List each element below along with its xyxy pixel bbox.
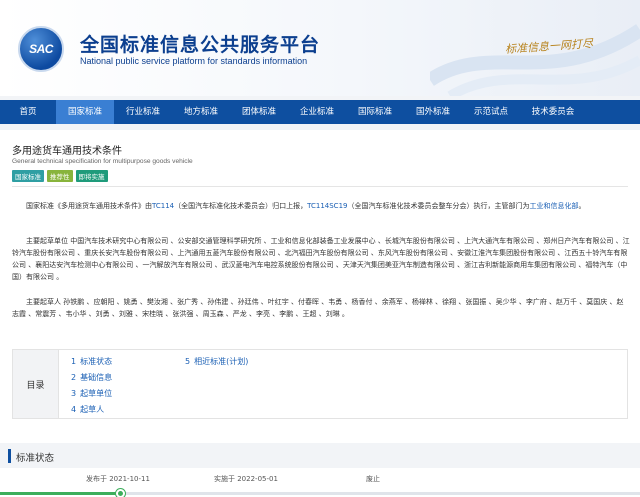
- logo-text: SAC: [29, 42, 53, 56]
- toc-label-text: 标准状态: [80, 357, 113, 366]
- standard-detail-card: 多用途货车通用技术条件 General technical specificat…: [0, 130, 640, 443]
- tc114-link[interactable]: TC114: [152, 202, 174, 210]
- table-of-contents: 目录 1 标准状态 2 基础信息 3 起草单位 4 起草人 5 相近标准(计划): [12, 349, 628, 419]
- toc-num: 2: [71, 373, 77, 382]
- status-timeline: 发布于 2021-10-11 实施于 2022-05-01 废止: [0, 468, 640, 497]
- toc-item-drafters[interactable]: 4 起草人: [71, 404, 104, 415]
- toc-label-text: 起草单位: [80, 389, 113, 398]
- text: 。: [578, 202, 586, 210]
- nav-item-pilot[interactable]: 示范试点: [462, 100, 520, 124]
- toc-num: 1: [71, 357, 77, 366]
- nav-item-home[interactable]: 首页: [0, 100, 56, 124]
- nav-item-technical-committee[interactable]: 技术委员会: [520, 100, 586, 124]
- badge-national: 国家标准: [12, 170, 44, 182]
- toc-item-drafting-units[interactable]: 3 起草单位: [71, 388, 112, 399]
- responsible-info-paragraph: 国家标准《多用途货车通用技术条件》由TC114（全国汽车标准化技术委员会）归口上…: [12, 200, 630, 212]
- site-subtitle: National public service platform for sta…: [80, 56, 308, 66]
- status-section-title: 标准状态: [16, 453, 55, 464]
- toc-item-basic-info[interactable]: 2 基础信息: [71, 372, 112, 383]
- standard-title: 多用途货车通用技术条件: [12, 146, 122, 157]
- toc-num: 5: [185, 357, 191, 366]
- nav-item-international-standard[interactable]: 国际标准: [346, 100, 404, 124]
- drafters-paragraph: 主要起草人 孙铁鹏 、应朝阳 、姚勇 、樊汝湘 、张广秀 、孙伟建 、孙廷伟 、…: [12, 296, 630, 320]
- standard-english-title: General technical specification for mult…: [12, 158, 193, 165]
- badge-upcoming: 即将实施: [75, 170, 108, 182]
- nav-item-group-standard[interactable]: 团体标准: [230, 100, 288, 124]
- nav-item-foreign-standard[interactable]: 国外标准: [404, 100, 462, 124]
- abolish-label: 废止: [366, 475, 380, 483]
- drafting-units-paragraph: 主要起草单位 中国汽车技术研究中心有限公司 、公安部交通管理科学研究所 、工业和…: [12, 235, 630, 283]
- text: 国家标准《多用途货车通用技术条件》由: [26, 202, 152, 210]
- section-accent-bar: [8, 449, 11, 463]
- nav-item-local-standard[interactable]: 地方标准: [172, 100, 230, 124]
- text: （全国汽车标准化技术委员会）归口上报，: [174, 202, 308, 210]
- text: （全国汽车标准化技术委员会整车分会）执行，主管部门为: [347, 202, 530, 210]
- toc-label-text: 基础信息: [80, 373, 113, 382]
- toc-item-status[interactable]: 1 标准状态: [71, 356, 112, 367]
- main-nav: 首页 国家标准 行业标准 地方标准 团体标准 企业标准 国际标准 国外标准 示范…: [0, 100, 640, 124]
- toc-label: 目录: [13, 350, 59, 418]
- sac-logo[interactable]: SAC: [18, 26, 64, 72]
- toc-item-similar-standards[interactable]: 5 相近标准(计划): [185, 356, 248, 367]
- ministry-link[interactable]: 工业和信息化部: [529, 202, 578, 210]
- tc114sc19-link[interactable]: TC114SC19: [307, 202, 347, 210]
- badge-recommended: 推荐性: [47, 170, 73, 182]
- toc-label-text: 相近标准(计划): [194, 357, 249, 366]
- standard-badges: 国家标准 推荐性 即将实施: [12, 170, 108, 182]
- drafting-units-text: 主要起草单位 中国汽车技术研究中心有限公司 、公安部交通管理科学研究所 、工业和…: [12, 237, 630, 281]
- toc-label-text: 起草人: [80, 405, 105, 414]
- toc-num: 4: [71, 405, 77, 414]
- publish-date: 发布于 2021-10-11: [86, 475, 150, 483]
- site-header: SAC 全国标准信息公共服务平台 National public service…: [0, 0, 640, 96]
- nav-item-enterprise-standard[interactable]: 企业标准: [288, 100, 346, 124]
- implement-date: 实施于 2022-05-01: [214, 475, 278, 483]
- divider: [12, 186, 628, 187]
- timeline-progress: [0, 492, 120, 495]
- nav-item-national-standard[interactable]: 国家标准: [56, 100, 114, 124]
- toc-num: 3: [71, 389, 77, 398]
- publish-dot: [116, 489, 125, 497]
- site-title: 全国标准信息公共服务平台: [80, 35, 321, 56]
- status-section-header: 标准状态: [0, 447, 640, 465]
- drafters-text: 主要起草人 孙铁鹏 、应朝阳 、姚勇 、樊汝湘 、张广秀 、孙伟建 、孙廷伟 、…: [12, 298, 624, 318]
- nav-item-industry-standard[interactable]: 行业标准: [114, 100, 172, 124]
